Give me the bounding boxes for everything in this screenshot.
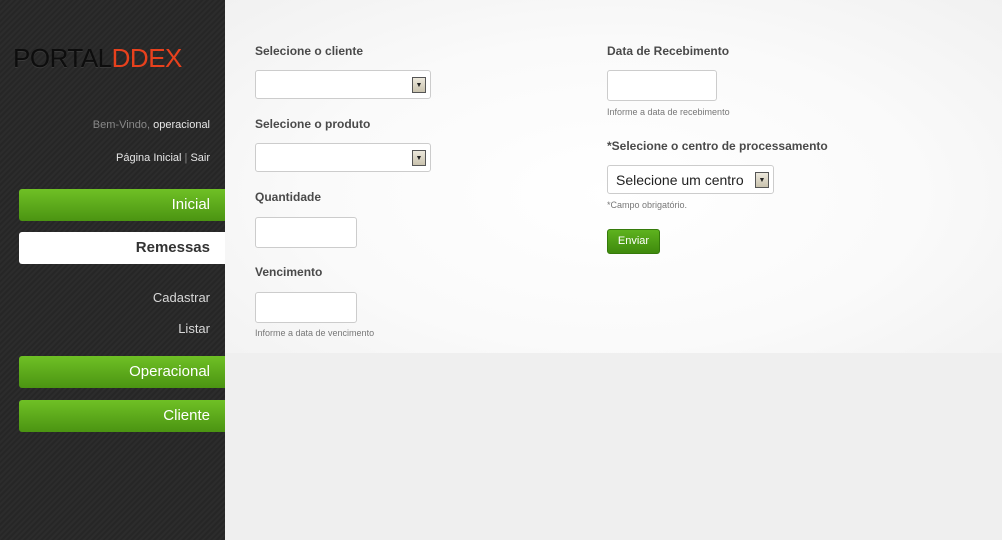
welcome-text: Bem-Vindo, operacional bbox=[93, 119, 210, 131]
cliente-label: Selecione o cliente bbox=[255, 44, 364, 58]
submit-button[interactable]: Enviar bbox=[607, 229, 660, 254]
dropdown-arrow-icon: ▼ bbox=[412, 77, 426, 93]
recebimento-hint: Informe a data de recebimento bbox=[607, 107, 730, 117]
home-link[interactable]: Página Inicial bbox=[116, 152, 181, 164]
logo-portal: PORTAL bbox=[13, 43, 112, 73]
produto-label: Selecione o produto bbox=[255, 117, 371, 131]
nav-remessas[interactable]: Remessas bbox=[19, 232, 225, 264]
vencimento-input[interactable] bbox=[255, 292, 357, 323]
quantidade-label: Quantidade bbox=[255, 190, 322, 204]
vencimento-hint: Informe a data de vencimento bbox=[255, 328, 375, 338]
quantidade-input[interactable] bbox=[255, 217, 357, 248]
dropdown-arrow-icon: ▼ bbox=[412, 150, 426, 166]
sidebar: PORTALDDEX Bem-Vindo, operacional Página… bbox=[0, 0, 225, 540]
recebimento-input[interactable] bbox=[607, 70, 717, 101]
welcome-prefix: Bem-Vindo, bbox=[92, 119, 154, 131]
recebimento-label: Data de Recebimento bbox=[607, 44, 730, 58]
centro-label: *Selecione o centro de processamento bbox=[607, 139, 828, 153]
header-links: Página Inicial | Sair bbox=[116, 152, 210, 164]
main-content: Selecione o cliente ▼ Selecione o produt… bbox=[225, 0, 1002, 353]
logo-ddex: DDEX bbox=[111, 43, 183, 73]
dropdown-arrow-icon: ▼ bbox=[755, 172, 769, 188]
cliente-select[interactable]: ▼ bbox=[255, 70, 431, 99]
nav-inicial[interactable]: Inicial bbox=[19, 189, 225, 221]
welcome-user: operacional bbox=[153, 119, 210, 131]
nav-cliente[interactable]: Cliente bbox=[19, 400, 225, 432]
nav-listar[interactable]: Listar bbox=[178, 321, 210, 336]
centro-select[interactable]: Selecione um centro ▼ bbox=[607, 165, 774, 194]
nav-cadastrar[interactable]: Cadastrar bbox=[153, 290, 210, 305]
produto-select[interactable]: ▼ bbox=[255, 143, 431, 172]
logout-link[interactable]: Sair bbox=[190, 152, 210, 164]
logo: PORTALDDEX bbox=[13, 44, 182, 72]
centro-select-value: Selecione um centro bbox=[616, 172, 744, 188]
vencimento-label: Vencimento bbox=[255, 265, 323, 279]
centro-hint: *Campo obrigatório. bbox=[607, 200, 688, 210]
nav-operacional[interactable]: Operacional bbox=[19, 356, 225, 388]
